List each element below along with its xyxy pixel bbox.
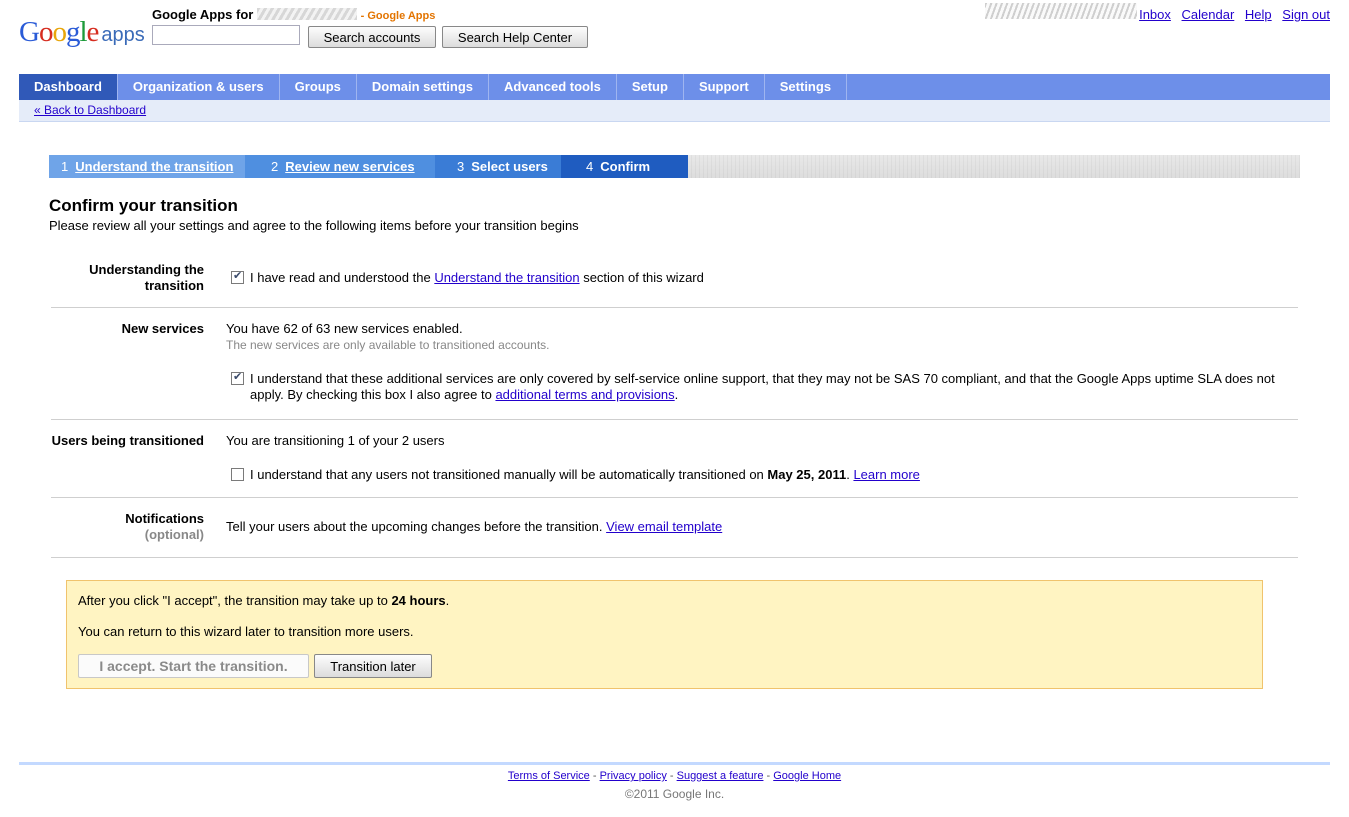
step-number: 2	[271, 159, 279, 174]
step-label: Select users	[471, 159, 548, 174]
privacy-policy-link[interactable]: Privacy policy	[600, 770, 667, 782]
copyright: ©2011 Google Inc.	[624, 787, 725, 801]
step-review[interactable]: 2 Review new services	[245, 155, 461, 178]
tab-advanced-tools[interactable]: Advanced tools	[489, 74, 617, 100]
services-terms-checkbox[interactable]	[231, 370, 244, 385]
redacted-user-email	[985, 3, 1137, 19]
section-understanding: Understanding the transition I have read…	[51, 254, 1298, 308]
footer-divider	[19, 762, 1330, 765]
tab-groups[interactable]: Groups	[280, 74, 357, 100]
terms-of-service-link[interactable]: Terms of Service	[508, 770, 590, 782]
users-status: You are transitioning 1 of your 2 users	[226, 433, 445, 448]
suggest-feature-link[interactable]: Suggest a feature	[677, 770, 764, 782]
additional-terms-link[interactable]: additional terms and provisions	[495, 387, 674, 402]
tab-domain-settings[interactable]: Domain settings	[357, 74, 490, 100]
section-label: Understanding the transition	[89, 262, 204, 293]
accept-start-transition-button[interactable]: I accept. Start the transition.	[78, 654, 309, 678]
step-number: 4	[586, 159, 594, 174]
sub-nav-bar: « Back to Dashboard	[19, 100, 1330, 122]
tab-organization-users[interactable]: Organization & users	[118, 74, 280, 100]
section-label: New services	[121, 321, 204, 336]
auto-transition-label: I understand that any users not transiti…	[250, 467, 920, 482]
page-subtitle: Please review all your settings and agre…	[49, 218, 579, 233]
logo-google-text: Google	[19, 16, 99, 48]
tab-settings[interactable]: Settings	[765, 74, 848, 100]
step-understand-link[interactable]: Understand the transition	[75, 159, 233, 174]
top-links: Inbox Calendar Help Sign out	[1132, 7, 1330, 22]
sign-out-link[interactable]: Sign out	[1282, 7, 1330, 22]
domain-suffix: - Google Apps	[360, 10, 436, 22]
help-link[interactable]: Help	[1245, 7, 1272, 22]
calendar-link[interactable]: Calendar	[1182, 7, 1235, 22]
view-email-template-link[interactable]: View email template	[606, 519, 722, 534]
section-notifications: Notifications (optional) Tell your users…	[51, 498, 1298, 558]
steps-track	[675, 155, 1300, 178]
services-status: You have 62 of 63 new services enabled.	[226, 321, 463, 336]
understand-transition-link[interactable]: Understand the transition	[434, 270, 579, 285]
inbox-link[interactable]: Inbox	[1139, 7, 1171, 22]
optional-tag: (optional)	[144, 527, 204, 542]
tab-setup[interactable]: Setup	[617, 74, 684, 100]
wizard-steps: 1 Understand the transition 2 Review new s…	[49, 155, 1300, 178]
services-note: The new services are only available to t…	[226, 338, 550, 352]
logo-apps-text: apps	[101, 24, 145, 46]
step-label: Confirm	[600, 159, 651, 174]
step-number: 3	[457, 159, 465, 174]
domain-prefix: Google Apps for	[152, 7, 254, 22]
transition-notice: After you click "I accept", the transiti…	[66, 580, 1263, 689]
understanding-checkbox[interactable]	[231, 269, 244, 284]
understanding-checkbox-label: I have read and understood the Understan…	[250, 270, 704, 285]
auto-transition-checkbox[interactable]	[231, 468, 244, 481]
step-number: 1	[61, 159, 69, 174]
learn-more-link[interactable]: Learn more	[853, 467, 919, 482]
section-label: Users being transitioned	[51, 433, 204, 448]
google-apps-logo[interactable]: Google apps	[19, 16, 145, 50]
section-new-services: New services You have 62 of 63 new servi…	[51, 308, 1298, 420]
search-help-center-button[interactable]: Search Help Center	[442, 26, 588, 48]
google-home-link[interactable]: Google Home	[773, 770, 841, 782]
section-users: Users being transitioned You are transit…	[51, 420, 1298, 498]
page-title: Confirm your transition	[49, 196, 238, 215]
redacted-domain	[256, 8, 357, 20]
main-nav: Dashboard Organization & users Groups Do…	[19, 74, 1330, 100]
back-to-dashboard-link[interactable]: « Back to Dashboard	[34, 103, 146, 117]
notice-time-text: After you click "I accept", the transiti…	[78, 593, 450, 608]
tab-support[interactable]: Support	[684, 74, 765, 100]
notice-return-text: You can return to this wizard later to t…	[78, 624, 414, 639]
services-terms-label: I understand that these additional servi…	[250, 371, 1275, 402]
tab-dashboard[interactable]: Dashboard	[19, 74, 118, 100]
transition-later-button[interactable]: Transition later	[314, 654, 432, 678]
step-understand[interactable]: 1 Understand the transition	[49, 155, 257, 178]
step-chevron-icon	[663, 155, 675, 177]
footer-links: Terms of Service - Privacy policy - Sugg…	[507, 770, 842, 782]
step-review-link[interactable]: Review new services	[285, 159, 414, 174]
section-label: Notifications (optional)	[44, 511, 204, 543]
domain-title: Google Apps for - Google Apps	[152, 7, 435, 22]
search-accounts-button[interactable]: Search accounts	[308, 26, 436, 48]
search-input[interactable]	[152, 25, 300, 45]
notifications-text: Tell your users about the upcoming chang…	[226, 519, 723, 534]
